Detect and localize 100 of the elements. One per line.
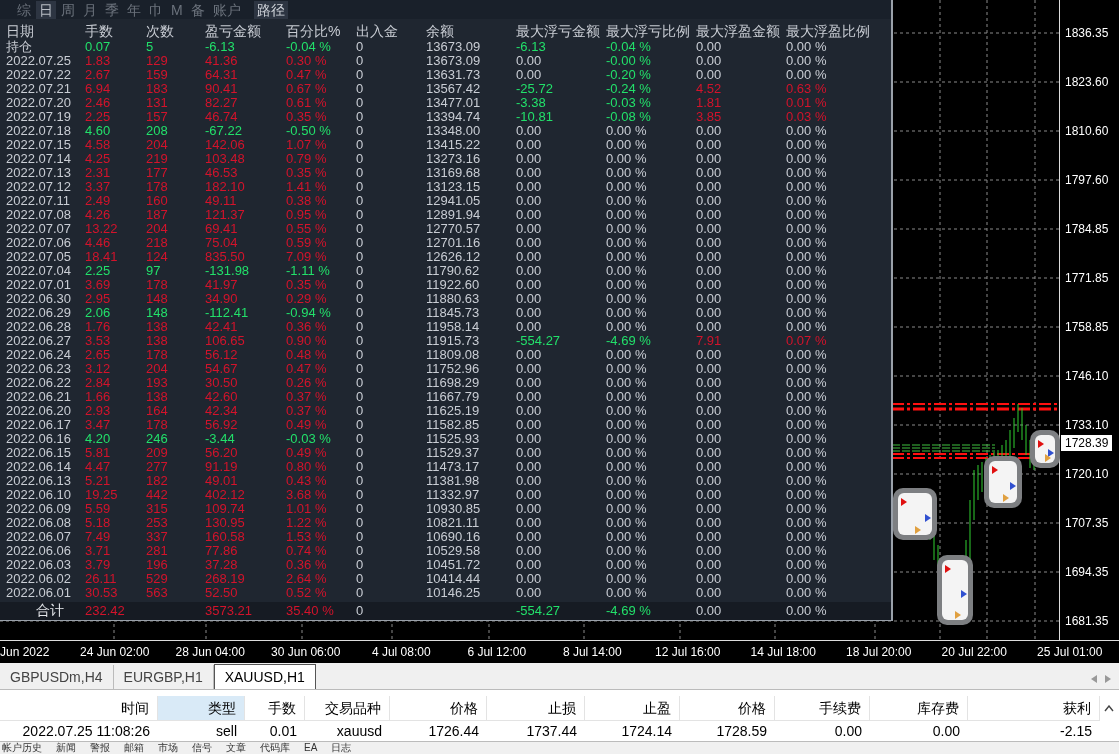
table-cell-text: -0.50 % [286, 124, 332, 138]
table-cell-text: 246 [146, 432, 169, 446]
table-cell-text: 5.18 [85, 516, 112, 530]
time-tick: 28 Jun 04:00 [174, 645, 246, 659]
table-cell-text: 0.00 [696, 124, 723, 138]
table-cell-text: 3.53 [85, 334, 112, 348]
panel-tab[interactable]: 信号 [192, 742, 212, 754]
table-cell-text: 0.00 % [606, 530, 648, 544]
panel-tab[interactable]: 代码库 [260, 742, 290, 754]
table-cell-text: -3.44 [205, 432, 236, 446]
column-header[interactable]: 止盈 [585, 696, 680, 721]
table-cell-text: 0.00 [696, 572, 723, 586]
table-cell-text: 177 [146, 166, 169, 180]
panel-tab[interactable]: 日志 [331, 742, 352, 754]
table-cell-text: 0 [356, 516, 365, 530]
table-cell-text: 2022.06.15 [6, 446, 73, 460]
table-cell-text: 208 [146, 124, 169, 138]
column-header[interactable]: 手续费 [775, 696, 870, 721]
column-header: 手数 [85, 23, 114, 40]
table-cell-text: -0.03 % [606, 96, 652, 110]
table-cell-text: 11845.73 [426, 306, 481, 320]
table-cell-text: 0.00 % [786, 40, 828, 54]
table-cell-text: 0.00 [516, 222, 543, 236]
column-header[interactable]: 交易品种 [305, 696, 390, 721]
price-tick: 1823.60 [1065, 74, 1109, 90]
column-header[interactable]: 类型 [158, 696, 245, 721]
panel-tab[interactable]: 新闻 [56, 742, 76, 754]
table-cell-text: 0 [356, 68, 365, 82]
table-cell-text: 0.35 % [286, 110, 328, 124]
table-cell-text: 0.36 % [286, 320, 328, 334]
column-header[interactable]: 止损 [487, 696, 585, 721]
table-cell-text: -0.20 % [606, 68, 652, 82]
table-cell-text: 7.91 [696, 334, 723, 348]
table-cell-text: 0.00 [696, 264, 723, 278]
table-cell-text: 0.00 [516, 236, 543, 250]
table-cell-text: 56.20 [205, 446, 239, 460]
panel-tab[interactable]: EA [304, 742, 318, 754]
chart-tab[interactable]: XAUUSD,H1 [213, 664, 316, 689]
table-cell-text: 182.10 [205, 180, 246, 194]
panel-tab[interactable]: 市场 [158, 742, 178, 754]
table-cell-text: 11958.14 [426, 320, 481, 334]
table-cell-text: 0.00 % [786, 208, 828, 222]
table-cell-text: 13394.74 [426, 110, 482, 124]
time-tick: Jun 2022 [0, 645, 51, 659]
period-tab[interactable]: 综 [14, 0, 34, 19]
chart-tab[interactable]: EURGBP,H1 [113, 665, 214, 689]
table-cell-text: 157 [146, 110, 169, 124]
panel-tab[interactable]: 邮箱 [124, 742, 144, 754]
table-cell-text: 0.00 % [786, 278, 828, 292]
panel-tab[interactable]: 帐户历史 [2, 742, 42, 754]
table-cell-text: 277 [146, 460, 169, 474]
table-cell-text: 178 [146, 348, 169, 362]
table-cell-text: 138 [146, 320, 169, 334]
table-cell-text: 3573.21 [205, 604, 253, 618]
table-cell-text: 2022.07.07 [6, 222, 73, 236]
table-cell-text: 0.00 % [786, 306, 828, 320]
table-cell-text: 0.00 % [786, 418, 828, 432]
scroll-up-icon[interactable] [1104, 705, 1114, 712]
path-button[interactable]: 路径 [253, 0, 288, 19]
table-cell-text: 0 [356, 138, 365, 152]
column-header[interactable]: 时间 [0, 696, 158, 721]
table-cell-text: 0.00 % [786, 530, 828, 544]
table-cell-text: 13673.09 [426, 40, 482, 54]
period-tab[interactable]: 日 [36, 0, 56, 19]
table-cell-text: 0.00 [696, 68, 723, 82]
column-header[interactable]: 库存费 [870, 696, 968, 721]
panel-tab[interactable]: 文章 [226, 742, 246, 754]
column-header[interactable]: 价格 [680, 696, 775, 721]
table-cell-text: 0.00 % [786, 572, 828, 586]
time-tick: 4 Jul 08:00 [370, 645, 432, 659]
column-header[interactable]: 手数 [245, 696, 305, 721]
column-header[interactable]: 价格 [390, 696, 487, 721]
table-cell-text: 0.00 [696, 208, 723, 222]
table-cell-text: 187 [146, 208, 169, 222]
table-cell-text: 2022.06.09 [6, 502, 73, 516]
table-cell-text: 10930.85 [426, 502, 482, 516]
table-cell-text: 0.00 [516, 348, 543, 362]
table-cell-text: 49.11 [205, 194, 238, 208]
table-cell-text: 0.00 [696, 544, 723, 558]
table-cell-text: 281 [146, 544, 169, 558]
table-cell-text: 13477.01 [426, 96, 482, 110]
column-header[interactable]: 获利 [968, 696, 1100, 721]
table-cell-text: 178 [146, 278, 169, 292]
table-cell-text: 0.00 % [786, 166, 828, 180]
table-cell-text: 529 [146, 572, 169, 586]
scroll-left-icon[interactable] [1091, 675, 1097, 683]
table-cell-text: 0.61 % [286, 96, 328, 110]
panel-tab[interactable]: 警报 [90, 742, 110, 754]
table-cell-text: 10146.25 [426, 586, 482, 600]
price-tick: 1681.35 [1065, 613, 1109, 629]
table-cell-text: 0 [356, 166, 365, 180]
table-cell-text: -25.72 [516, 82, 554, 96]
table-cell-text: 2022.07.25 [6, 54, 73, 68]
table-cell-text: 2022.07.04 [6, 264, 73, 278]
chart-tab[interactable]: GBPUSDm,H4 [0, 665, 114, 689]
table-cell-text: 0.26 % [286, 376, 328, 390]
table-cell-text: 0.00 [696, 166, 723, 180]
table-cell-text: 0.00 [696, 474, 723, 488]
table-cell-text: 0.00 [516, 264, 543, 278]
scroll-right-icon[interactable] [1105, 675, 1111, 683]
